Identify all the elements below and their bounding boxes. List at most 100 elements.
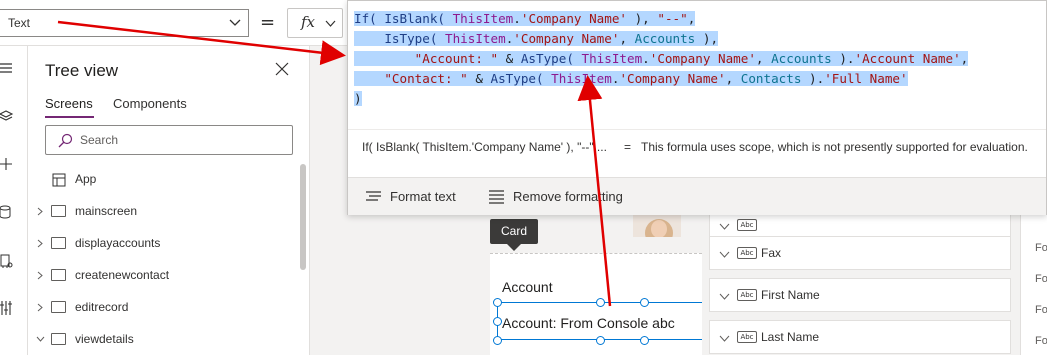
resize-handle[interactable] [596, 336, 605, 345]
code-token: . [642, 51, 650, 66]
fx-button[interactable]: fx [287, 8, 343, 38]
search-box[interactable] [45, 125, 293, 155]
code-token: ). [831, 51, 855, 66]
card-tooltip-arrow [507, 244, 521, 251]
selected-text: "Contact: " & AsType( ThisItem.'Company … [354, 71, 908, 86]
code-token: , [960, 51, 969, 66]
property-dropdown[interactable]: Text [0, 9, 249, 37]
chevron-down-icon[interactable] [36, 335, 45, 344]
code-token: IsBlank( [384, 11, 453, 26]
code-token: "Contact: " [384, 71, 468, 86]
card-tooltip-label: Card [501, 224, 528, 238]
close-icon[interactable] [275, 62, 289, 76]
tree-item-mainscreen[interactable]: mainscreen [28, 198, 298, 226]
avatar [633, 215, 681, 237]
code-token: ThisItem [551, 71, 612, 86]
tree-item-viewdetails[interactable]: viewdetails [28, 326, 298, 354]
field-row-last-name[interactable]: Abc Last Name [709, 320, 1011, 354]
selected-text: "Account: " & AsType( ThisItem.'Company … [354, 51, 969, 66]
tree-item-label: editrecord [75, 300, 129, 314]
tree-item-createnewcontact[interactable]: createnewcontact [28, 262, 298, 290]
media-icon[interactable] [0, 253, 16, 269]
account-value-text[interactable]: Account: From Console abc [502, 315, 675, 331]
code-token: 'Company Name' [619, 71, 726, 86]
formula-line[interactable]: If( IsBlank( ThisItem.'Company Name' ), … [354, 9, 1044, 29]
remove-formatting-button[interactable]: Remove formatting [489, 189, 649, 207]
selected-text: ) [354, 91, 362, 106]
chevron-down-icon [325, 20, 336, 27]
active-tab-underline [45, 116, 94, 118]
code-token: , [755, 51, 772, 66]
resize-handle[interactable] [640, 336, 649, 345]
formula-line[interactable]: ) [354, 89, 1044, 109]
chevron-down-icon[interactable] [719, 249, 730, 260]
property-label: Fo [1035, 273, 1047, 285]
formula-editor[interactable]: If( IsBlank( ThisItem.'Company Name' ), … [347, 0, 1047, 215]
tab-components[interactable]: Components [113, 96, 187, 111]
insert-plus-icon[interactable] [0, 157, 16, 173]
screen-icon [51, 301, 66, 313]
search-icon [58, 133, 73, 148]
screen-icon [51, 237, 66, 249]
chevron-down-icon[interactable] [719, 333, 730, 344]
chevron-down-icon [229, 19, 241, 26]
property-label: Fo [1035, 304, 1047, 316]
app-icon [52, 173, 66, 187]
resize-handle[interactable] [493, 336, 502, 345]
field-row-first-name[interactable]: Abc First Name [709, 278, 1011, 312]
chevron-down-icon[interactable] [719, 221, 730, 232]
tab-screens[interactable]: Screens [45, 96, 93, 111]
editor-footer: Format text Remove formatting [348, 177, 1046, 215]
chevron-right-icon[interactable] [36, 207, 45, 216]
screen-icon [51, 205, 66, 217]
code-token: AsType( [490, 71, 552, 86]
code-token: ). [801, 71, 825, 86]
tree-item-app[interactable]: App [28, 166, 298, 194]
account-field-label[interactable]: Account [502, 279, 553, 295]
tree-item-editrecord[interactable]: editrecord [28, 294, 298, 322]
property-label: Fo [1035, 242, 1047, 254]
format-text-button[interactable]: Format text [366, 189, 476, 207]
data-cylinder-icon[interactable] [0, 204, 16, 220]
code-token: Accounts [634, 31, 696, 46]
text-field-icon: Abc [737, 289, 757, 301]
chevron-right-icon[interactable] [36, 239, 45, 248]
hamburger-menu-icon[interactable] [0, 60, 16, 76]
formula-code[interactable]: If( IsBlank( ThisItem.'Company Name' ), … [354, 9, 1044, 109]
code-token: ThisItem [445, 31, 506, 46]
resize-handle[interactable] [640, 298, 649, 307]
code-token: ), [627, 11, 658, 26]
formula-line[interactable]: IsType( ThisItem.'Company Name', Account… [354, 29, 1044, 49]
tree-scrollbar[interactable] [300, 164, 306, 270]
eval-expression: If( IsBlank( ThisItem.'Company Name' ), … [362, 140, 607, 154]
code-token: ), [695, 31, 719, 46]
layers-icon[interactable] [0, 108, 16, 124]
code-token: ThisItem [581, 51, 643, 66]
chevron-right-icon[interactable] [36, 303, 45, 312]
resize-handle[interactable] [596, 298, 605, 307]
advanced-tools-icon[interactable] [0, 300, 16, 316]
code-token: Accounts [771, 51, 832, 66]
code-token: "Account: " [414, 51, 499, 66]
chevron-down-icon[interactable] [719, 291, 730, 302]
code-token: If( [354, 11, 385, 26]
code-token: IsType( [384, 31, 446, 46]
code-token: , [725, 71, 741, 86]
tree-item-label: viewdetails [75, 332, 134, 346]
tree-item-label: createnewcontact [75, 268, 170, 282]
code-token: & [498, 51, 521, 66]
chevron-right-icon[interactable] [36, 271, 45, 280]
field-row-fax[interactable]: Abc Fax [709, 236, 1011, 270]
search-input[interactable] [80, 131, 280, 149]
tree-item-displayaccounts[interactable]: displayaccounts [28, 230, 298, 258]
code-token: "--" [657, 11, 688, 26]
property-label: Fo [1035, 335, 1047, 347]
resize-handle[interactable] [493, 317, 502, 326]
formula-line[interactable]: "Contact: " & AsType( ThisItem.'Company … [354, 69, 1044, 89]
tree-view-title: Tree view [45, 61, 119, 80]
resize-handle[interactable] [493, 298, 502, 307]
code-token: . [513, 11, 521, 26]
formula-line[interactable]: "Account: " & AsType( ThisItem.'Company … [354, 49, 1044, 69]
